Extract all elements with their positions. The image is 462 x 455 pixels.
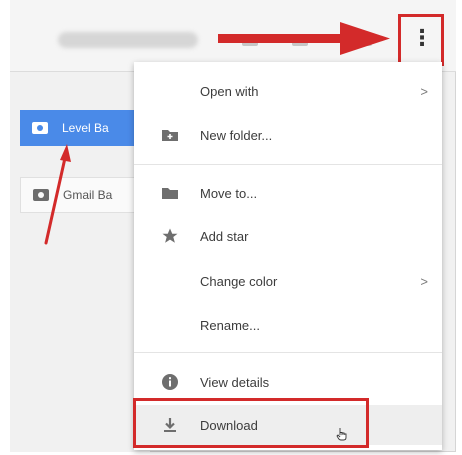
arrow-to-more-button bbox=[218, 22, 390, 55]
arrow-to-selected-folder bbox=[44, 144, 71, 245]
annotation-arrows bbox=[44, 22, 390, 245]
